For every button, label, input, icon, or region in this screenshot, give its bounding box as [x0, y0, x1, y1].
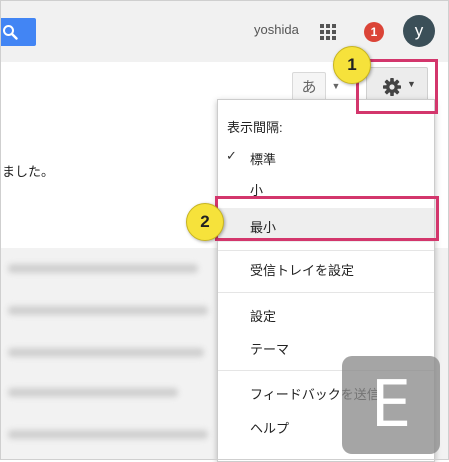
username-label[interactable]: yoshida — [254, 22, 299, 37]
menu-item-configure-inbox[interactable]: 受信トレイを設定 — [218, 253, 434, 283]
watermark-logo: E — [342, 356, 440, 454]
top-bar: yoshida 1 y — [0, 0, 449, 63]
density-option-label: 標準 — [250, 152, 277, 167]
menu-divider — [218, 292, 434, 293]
avatar[interactable]: y — [403, 15, 435, 47]
blurred-text — [8, 348, 204, 357]
blurred-text — [8, 388, 178, 397]
checkmark-icon: ✓ — [226, 148, 237, 163]
input-tools-button[interactable]: あ — [292, 72, 326, 101]
display-density-heading: 表示間隔: — [227, 120, 283, 135]
density-option-comfortable[interactable]: ✓ 標準 — [218, 142, 434, 172]
menu-item-label: ヘルプ — [250, 421, 290, 436]
blurred-text — [8, 430, 208, 439]
menu-divider — [218, 250, 434, 251]
blurred-text — [8, 306, 208, 315]
menu-item-label: 設定 — [250, 309, 277, 324]
step2-badge: 2 — [186, 203, 224, 241]
step2-highlight — [215, 196, 439, 241]
notification-badge[interactable]: 1 — [364, 22, 384, 42]
menu-item-settings[interactable]: 設定 — [218, 299, 434, 329]
blurred-text — [8, 264, 198, 273]
apps-grid-icon[interactable] — [320, 24, 336, 40]
message-snippet: ました。 — [2, 164, 55, 179]
search-button[interactable] — [0, 18, 36, 46]
menu-item-label: 受信トレイを設定 — [250, 263, 355, 278]
search-icon — [3, 25, 18, 40]
menu-item-label: テーマ — [250, 342, 290, 357]
step1-badge: 1 — [333, 46, 371, 84]
